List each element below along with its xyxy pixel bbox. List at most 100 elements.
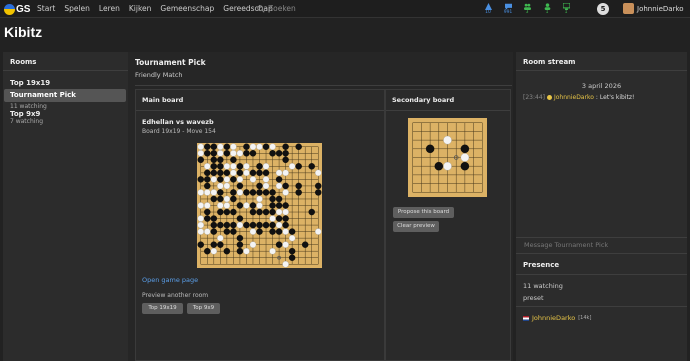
white-stone — [217, 182, 224, 190]
nav-item-community[interactable]: Gemeenschap — [160, 3, 214, 15]
divider — [516, 306, 687, 307]
presence-username: JohnnieDarko — [532, 314, 576, 322]
divider — [135, 85, 512, 86]
room-title: Tournament Pick — [135, 58, 206, 67]
black-stone — [236, 234, 244, 242]
black-stone — [269, 150, 276, 157]
preview-top19-button[interactable]: Top 19x19 — [142, 303, 183, 314]
white-stone — [315, 169, 322, 177]
white-stone — [275, 182, 283, 190]
black-stone — [249, 189, 257, 196]
open-game-link[interactable]: Open game page — [142, 276, 198, 284]
presence-count: 11 watching — [523, 282, 563, 290]
secondary-board-heading: Secondary board — [392, 96, 455, 104]
white-stone — [204, 202, 211, 209]
white-stone — [204, 228, 211, 235]
white-stone — [282, 261, 289, 268]
preview-label: Preview another room — [142, 292, 209, 299]
search-box[interactable]: Zoeken — [257, 3, 296, 15]
black-stone — [256, 208, 263, 216]
white-stone — [204, 189, 211, 196]
notification-badge[interactable]: 5 — [597, 3, 609, 15]
black-stone — [301, 241, 309, 248]
white-stone — [236, 176, 244, 183]
white-stone — [210, 189, 218, 196]
white-stone — [217, 202, 224, 209]
presence-user[interactable]: JohnnieDarko [14k] — [523, 314, 591, 322]
page-title: Kibitz — [4, 24, 43, 40]
black-stone — [230, 221, 237, 229]
black-stone — [236, 169, 244, 177]
message-input[interactable]: Message Tournament Pick — [524, 241, 608, 249]
black-stone — [197, 241, 204, 248]
white-stone — [197, 228, 204, 235]
secondary-go-board[interactable] — [408, 118, 487, 197]
room-item-top19[interactable]: Top 19x19 — [4, 79, 126, 89]
white-stone — [223, 176, 231, 183]
black-stone — [275, 202, 283, 209]
black-stone — [249, 150, 257, 157]
black-stone — [315, 189, 322, 196]
white-stone — [243, 163, 250, 170]
black-stone — [236, 202, 244, 209]
black-stone — [308, 208, 315, 216]
black-stone — [262, 189, 270, 196]
preview-top9-button[interactable]: Top 9x9 — [187, 303, 220, 314]
black-stone — [230, 176, 237, 183]
nav-item-watch[interactable]: Kijken — [129, 3, 152, 15]
room-item-tournament-pick[interactable]: Tournament Pick — [4, 89, 126, 102]
stat-person[interactable]: 1 — [540, 2, 554, 15]
nav-item-play[interactable]: Spelen — [64, 3, 90, 15]
main-go-board[interactable] — [197, 143, 322, 268]
white-stone — [269, 247, 276, 255]
propose-board-button[interactable]: Propose this board — [393, 207, 454, 218]
chat-user[interactable]: JohnnieDarko — [554, 94, 594, 101]
white-stone — [230, 169, 237, 177]
nav-item-learn[interactable]: Leren — [99, 3, 120, 15]
room-name: Tournament Pick — [10, 91, 76, 99]
black-stone — [217, 176, 224, 183]
black-stone — [230, 195, 237, 203]
white-stone — [282, 228, 289, 235]
user-menu[interactable]: JohnnieDarko — [623, 3, 684, 14]
presence-heading: Presence — [523, 261, 560, 269]
logo[interactable]: GS — [4, 2, 30, 16]
black-stone — [204, 143, 211, 150]
white-stone — [223, 195, 231, 203]
presence-rank: [14k] — [578, 315, 592, 321]
person-icon — [544, 2, 550, 10]
divider — [516, 237, 687, 238]
white-stone — [256, 202, 263, 209]
stat-monitor[interactable]: 1 — [559, 2, 573, 15]
stat-triangle[interactable]: 10 — [481, 2, 495, 15]
black-stone — [204, 247, 211, 255]
black-stone — [236, 215, 244, 222]
black-stone — [223, 208, 231, 216]
black-stone — [243, 189, 250, 196]
black-stone — [204, 150, 211, 157]
logo-text: GS — [16, 3, 31, 15]
white-stone — [460, 153, 470, 162]
black-stone — [217, 221, 224, 229]
rooms-heading: Rooms — [10, 58, 37, 66]
black-stone — [210, 163, 218, 170]
chat-time: [23:44] — [523, 94, 545, 101]
divider — [136, 110, 384, 111]
black-stone — [236, 163, 244, 170]
black-stone — [236, 182, 244, 190]
room-item-top9[interactable]: Top 9x9 7 watching — [4, 110, 126, 125]
black-stone — [262, 208, 270, 216]
black-stone — [275, 195, 283, 203]
stat-users[interactable]: 3 — [520, 2, 534, 15]
stat-count: 1 — [545, 10, 549, 15]
white-stone — [269, 143, 276, 150]
nav-item-start[interactable]: Start — [37, 3, 55, 15]
white-stone — [197, 221, 204, 229]
search-input[interactable]: Zoeken — [268, 3, 296, 15]
game-info: Board 19x19 - Move 154 — [142, 128, 216, 135]
clear-preview-button[interactable]: Clear preview — [393, 221, 439, 232]
white-stone — [256, 195, 263, 203]
black-stone — [236, 247, 244, 255]
stat-chat[interactable]: 991 — [501, 2, 515, 15]
black-stone — [210, 169, 218, 177]
